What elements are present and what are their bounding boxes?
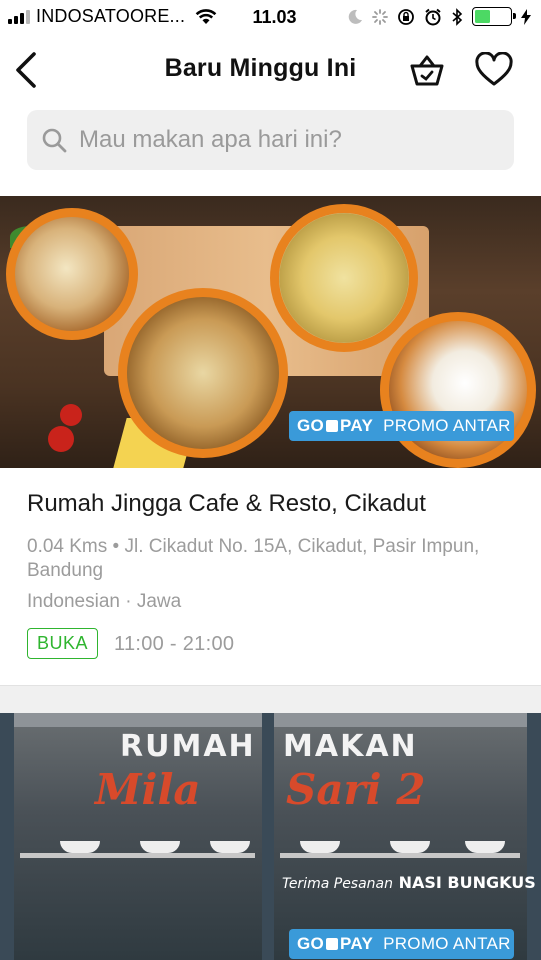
bowl-decor (60, 841, 100, 853)
battery-icon (472, 7, 516, 26)
tomato-decor (60, 404, 82, 426)
moon-icon (348, 9, 362, 24)
alarm-icon (425, 8, 441, 25)
shop-front-image: RUMAH MAKAN Mila Sari 2 Terima Pesanan N… (0, 713, 541, 960)
shelf-decor (20, 853, 255, 858)
open-status-badge: BUKA (27, 628, 99, 659)
wallet-icon (326, 420, 339, 432)
gopay-brand-right: PAY (340, 416, 374, 435)
gopay-promo-badge: GO PAY PROMO ANTAR (289, 411, 514, 441)
shop-sign-script: Sari 2 (286, 765, 426, 814)
restaurant-name[interactable]: Rumah Jingga Cafe & Resto, Cikadut (27, 490, 426, 518)
promo-label: PROMO ANTAR (383, 416, 511, 435)
restaurant-cuisine: Indonesian · Jawa (27, 591, 182, 612)
clock-text: 11.03 (252, 7, 297, 27)
status-bar: INDOSATOORE... 11.03 (0, 0, 541, 36)
shop-pillar-decor (262, 713, 274, 960)
search-bar[interactable] (27, 110, 514, 170)
rotation-lock-icon (398, 8, 414, 25)
gopay-promo-badge: GO PAY PROMO ANTAR (289, 929, 514, 959)
restaurant-address: 0.04 Kms • Jl. Cikadut No. 15A, Cikadut,… (27, 536, 480, 581)
bowl-decor (140, 841, 180, 853)
search-icon (42, 128, 67, 153)
shop-sign-text: RUMAH (120, 729, 256, 764)
bowl-decor (465, 841, 505, 853)
bowl-decor (390, 841, 430, 853)
header: Baru Minggu Ini (0, 36, 541, 100)
heart-icon (475, 51, 513, 86)
shop-sub-big: NASI BUNGKUS (398, 873, 536, 892)
bowl-decor (300, 841, 340, 853)
basket-button[interactable] (407, 52, 447, 88)
gopay-brand-left: GO (297, 934, 325, 953)
shop-sub-sign: Terima Pesanan NASI BUNGKUS (282, 873, 536, 892)
charging-icon (521, 8, 531, 25)
food-plate-image (6, 208, 138, 340)
opening-hours: 11:00 - 21:00 (114, 633, 235, 655)
shop-sub-small: Terima Pesanan (282, 876, 394, 892)
search-input[interactable] (79, 126, 499, 154)
restaurant-image[interactable]: GO PAY PROMO ANTAR (0, 196, 541, 468)
loading-icon (372, 8, 388, 25)
food-plate-image (118, 288, 288, 458)
favorite-button[interactable] (474, 51, 514, 88)
card-separator (0, 685, 541, 713)
shop-pillar-decor (527, 713, 541, 960)
bluetooth-icon (452, 7, 463, 26)
gopay-brand-right: PAY (340, 934, 374, 953)
shelf-decor (280, 853, 520, 858)
restaurant-image[interactable]: RUMAH MAKAN Mila Sari 2 Terima Pesanan N… (0, 713, 541, 960)
basket-icon (410, 55, 444, 86)
promo-label: PROMO ANTAR (383, 934, 511, 953)
tomato-decor (48, 426, 74, 452)
status-bar-right (347, 7, 531, 26)
food-plate-image (270, 204, 418, 352)
wallet-icon (326, 938, 339, 950)
battery-fill (475, 10, 491, 23)
food-plate-image (380, 312, 536, 468)
gopay-brand-left: GO (297, 416, 325, 435)
shop-pillar-decor (0, 713, 14, 960)
bowl-decor (210, 841, 250, 853)
shop-sign-text: MAKAN (283, 729, 418, 764)
shop-sign-script: Mila (95, 765, 201, 814)
